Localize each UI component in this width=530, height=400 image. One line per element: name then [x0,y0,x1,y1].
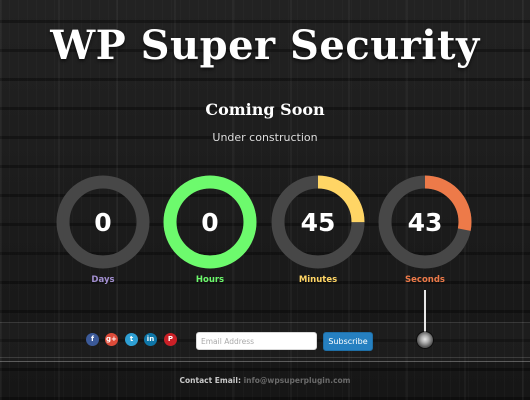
coming-soon-heading: Coming Soon [205,100,325,119]
pinterest-icon[interactable]: P [164,333,177,346]
contact-email-link[interactable]: info@wpsuperplugin.com [244,376,351,385]
hours-label: Hours [195,275,225,285]
seconds-label: Seconds [405,275,445,285]
minutes-ring: 45 [271,175,365,269]
google-plus-icon[interactable]: g+ [105,333,118,346]
contact-label: Contact Email: [179,376,241,385]
under-construction-text: Under construction [212,131,318,144]
days-value: 0 [94,208,111,237]
days-ring: 0 [56,175,150,269]
days-label: Days [91,275,115,285]
facebook-icon[interactable]: f [86,333,99,346]
pull-cord [424,290,426,333]
hours-ring: 0 [163,175,257,269]
minutes-label: Minutes [298,275,338,285]
twitter-icon[interactable]: t [125,333,138,346]
seconds-value: 43 [408,208,443,237]
pull-knob-icon[interactable] [417,332,433,348]
page-title: WP Super Security [50,22,480,69]
contact-line: Contact Email: info@wpsuperplugin.com [0,376,530,385]
minutes-value: 45 [301,208,336,237]
subscribe-button[interactable]: Subscribe [323,332,373,351]
countdown-hours: 0 Hours [162,174,258,285]
countdown-seconds: 43 Seconds [377,174,473,285]
divider [0,357,530,358]
countdown-days: 0 Days [55,174,151,285]
hours-value: 0 [201,208,218,237]
email-field[interactable] [196,332,317,350]
countdown-minutes: 45 Minutes [270,174,366,285]
seconds-ring: 43 [378,175,472,269]
linkedin-icon[interactable]: in [144,333,157,346]
